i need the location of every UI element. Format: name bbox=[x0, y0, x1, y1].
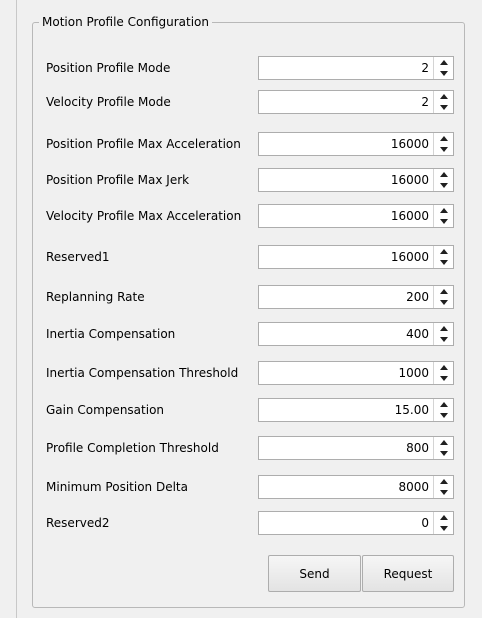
spin-buttons bbox=[433, 286, 453, 308]
request-button[interactable]: Request bbox=[362, 555, 454, 592]
gain-compensation-spinbox[interactable]: 15.00 bbox=[258, 398, 454, 422]
spin-up-arrow-icon[interactable] bbox=[434, 246, 453, 257]
spin-up-arrow-icon[interactable] bbox=[434, 362, 453, 373]
window-edge-divider bbox=[16, 0, 17, 618]
spin-up-arrow-icon[interactable] bbox=[434, 512, 453, 523]
reserved2-spinbox[interactable]: 0 bbox=[258, 511, 454, 535]
spin-buttons bbox=[433, 399, 453, 421]
inertia-compensation-threshold-spinbox[interactable]: 1000 bbox=[258, 361, 454, 385]
spinbox-value[interactable]: 15.00 bbox=[395, 399, 429, 421]
field-label: Reserved2 bbox=[46, 516, 110, 530]
spinbox-value[interactable]: 2 bbox=[421, 57, 429, 79]
spin-up-arrow-icon[interactable] bbox=[434, 169, 453, 180]
spin-down-arrow-icon[interactable] bbox=[434, 216, 453, 227]
reserved1-spinbox[interactable]: 16000 bbox=[258, 245, 454, 269]
spin-buttons bbox=[433, 323, 453, 345]
field-label: Reserved1 bbox=[46, 250, 110, 264]
spin-buttons bbox=[433, 437, 453, 459]
spin-up-arrow-icon[interactable] bbox=[434, 57, 453, 68]
spin-down-arrow-icon[interactable] bbox=[434, 448, 453, 459]
spin-buttons bbox=[433, 133, 453, 155]
spinbox-value[interactable]: 1000 bbox=[398, 362, 429, 384]
spin-up-arrow-icon[interactable] bbox=[434, 476, 453, 487]
spinbox-value[interactable]: 8000 bbox=[398, 476, 429, 498]
spin-buttons bbox=[433, 169, 453, 191]
send-button[interactable]: Send bbox=[268, 555, 361, 592]
spin-up-arrow-icon[interactable] bbox=[434, 323, 453, 334]
spin-up-arrow-icon[interactable] bbox=[434, 205, 453, 216]
field-label: Gain Compensation bbox=[46, 403, 165, 417]
row-velocity-profile-max-acceleration: Velocity Profile Max Acceleration 16000 bbox=[46, 204, 454, 228]
spin-down-arrow-icon[interactable] bbox=[434, 297, 453, 308]
row-gain-compensation: Gain Compensation 15.00 bbox=[46, 398, 454, 422]
row-minimum-position-delta: Minimum Position Delta 8000 bbox=[46, 475, 454, 499]
spin-down-arrow-icon[interactable] bbox=[434, 180, 453, 191]
row-profile-completion-threshold: Profile Completion Threshold 800 bbox=[46, 436, 454, 460]
row-position-profile-max-acceleration: Position Profile Max Acceleration 16000 bbox=[46, 132, 454, 156]
row-position-profile-mode: Position Profile Mode 2 bbox=[46, 56, 454, 80]
position-profile-max-jerk-spinbox[interactable]: 16000 bbox=[258, 168, 454, 192]
spinbox-value[interactable]: 16000 bbox=[391, 205, 429, 227]
position-profile-max-acceleration-spinbox[interactable]: 16000 bbox=[258, 132, 454, 156]
spin-up-arrow-icon[interactable] bbox=[434, 133, 453, 144]
spinbox-value[interactable]: 16000 bbox=[391, 133, 429, 155]
spin-up-arrow-icon[interactable] bbox=[434, 91, 453, 102]
velocity-profile-mode-spinbox[interactable]: 2 bbox=[258, 90, 454, 114]
spin-buttons bbox=[433, 246, 453, 268]
spin-buttons bbox=[433, 476, 453, 498]
row-velocity-profile-mode: Velocity Profile Mode 2 bbox=[46, 90, 454, 114]
spin-down-arrow-icon[interactable] bbox=[434, 257, 453, 268]
inertia-compensation-spinbox[interactable]: 400 bbox=[258, 322, 454, 346]
spin-buttons bbox=[433, 512, 453, 534]
spin-down-arrow-icon[interactable] bbox=[434, 144, 453, 155]
spinbox-value[interactable]: 16000 bbox=[391, 246, 429, 268]
field-label: Velocity Profile Mode bbox=[46, 95, 171, 109]
position-profile-mode-spinbox[interactable]: 2 bbox=[258, 56, 454, 80]
field-label: Inertia Compensation Threshold bbox=[46, 366, 239, 380]
spin-up-arrow-icon[interactable] bbox=[434, 437, 453, 448]
field-label: Position Profile Mode bbox=[46, 61, 171, 75]
velocity-profile-max-acceleration-spinbox[interactable]: 16000 bbox=[258, 204, 454, 228]
spinbox-value[interactable]: 400 bbox=[406, 323, 429, 345]
spin-buttons bbox=[433, 362, 453, 384]
row-position-profile-max-jerk: Position Profile Max Jerk 16000 bbox=[46, 168, 454, 192]
minimum-position-delta-spinbox[interactable]: 8000 bbox=[258, 475, 454, 499]
field-label: Position Profile Max Acceleration bbox=[46, 137, 241, 151]
spin-down-arrow-icon[interactable] bbox=[434, 523, 453, 534]
group-title: Motion Profile Configuration bbox=[39, 14, 213, 30]
spin-down-arrow-icon[interactable] bbox=[434, 487, 453, 498]
spinbox-value[interactable]: 16000 bbox=[391, 169, 429, 191]
row-replanning-rate: Replanning Rate 200 bbox=[46, 285, 454, 309]
spin-buttons bbox=[433, 205, 453, 227]
spin-down-arrow-icon[interactable] bbox=[434, 102, 453, 113]
spin-down-arrow-icon[interactable] bbox=[434, 68, 453, 79]
field-label: Velocity Profile Max Acceleration bbox=[46, 209, 242, 223]
profile-completion-threshold-spinbox[interactable]: 800 bbox=[258, 436, 454, 460]
spin-down-arrow-icon[interactable] bbox=[434, 334, 453, 345]
row-inertia-compensation: Inertia Compensation 400 bbox=[46, 322, 454, 346]
spinbox-value[interactable]: 200 bbox=[406, 286, 429, 308]
spinbox-value[interactable]: 2 bbox=[421, 91, 429, 113]
spin-down-arrow-icon[interactable] bbox=[434, 373, 453, 384]
row-reserved1: Reserved1 16000 bbox=[46, 245, 454, 269]
spinbox-value[interactable]: 0 bbox=[421, 512, 429, 534]
field-label: Replanning Rate bbox=[46, 290, 145, 304]
field-label: Inertia Compensation bbox=[46, 327, 176, 341]
row-inertia-compensation-threshold: Inertia Compensation Threshold 1000 bbox=[46, 361, 454, 385]
field-label: Position Profile Max Jerk bbox=[46, 173, 190, 187]
row-reserved2: Reserved2 0 bbox=[46, 511, 454, 535]
spin-up-arrow-icon[interactable] bbox=[434, 286, 453, 297]
spin-down-arrow-icon[interactable] bbox=[434, 410, 453, 421]
field-label: Minimum Position Delta bbox=[46, 480, 188, 494]
spinbox-value[interactable]: 800 bbox=[406, 437, 429, 459]
field-label: Profile Completion Threshold bbox=[46, 441, 219, 455]
spin-buttons bbox=[433, 91, 453, 113]
replanning-rate-spinbox[interactable]: 200 bbox=[258, 285, 454, 309]
spin-buttons bbox=[433, 57, 453, 79]
spin-up-arrow-icon[interactable] bbox=[434, 399, 453, 410]
